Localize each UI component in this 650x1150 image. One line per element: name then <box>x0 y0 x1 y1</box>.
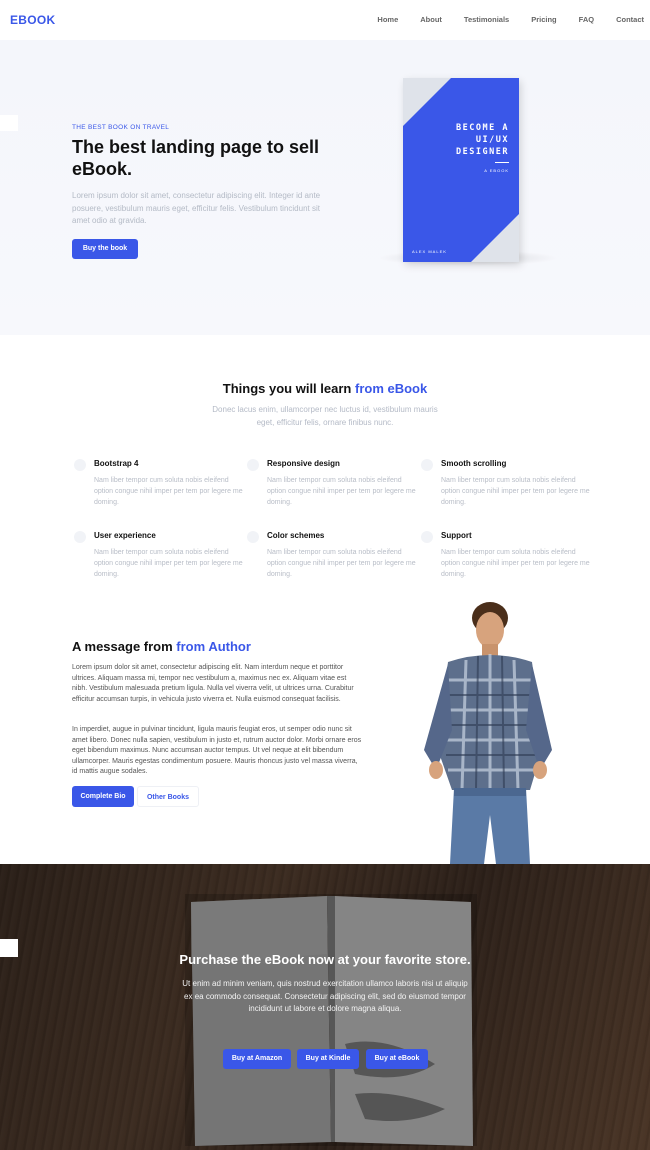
nav-home[interactable]: Home <box>377 15 398 24</box>
complete-bio-button[interactable]: Complete Bio <box>72 786 134 807</box>
hero-description: Lorem ipsum dolor sit amet, consectetur … <box>72 191 321 225</box>
purchase-text: Ut enim ad minim veniam, quis nostrud ex… <box>182 979 468 1013</box>
feature-icon <box>421 531 433 543</box>
feature-text: Nam liber tempor cum soluta nobis eleife… <box>267 477 416 506</box>
main-nav: Home About Testimonials Pricing FAQ Cont… <box>355 15 644 24</box>
other-books-button[interactable]: Other Books <box>137 786 199 807</box>
nav-about[interactable]: About <box>420 15 442 24</box>
feature-title: Bootstrap 4 <box>94 459 139 468</box>
feature-item: Smooth scrolling Nam liber tempor cum so… <box>421 459 591 508</box>
feature-text: Nam liber tempor cum soluta nobis eleife… <box>94 477 243 506</box>
feature-icon <box>74 531 86 543</box>
feature-item: Support Nam liber tempor cum soluta nobi… <box>421 531 591 580</box>
learn-title-text: Things you will learn <box>222 381 352 396</box>
feature-title: User experience <box>94 531 156 540</box>
purchase-title: Purchase the eBook now at your favorite … <box>179 952 471 967</box>
feature-title: Smooth scrolling <box>441 459 507 468</box>
feature-text: Nam liber tempor cum soluta nobis eleife… <box>441 549 590 578</box>
learn-title-accent: from eBook <box>354 381 428 396</box>
feature-icon <box>421 459 433 471</box>
nav-pricing[interactable]: Pricing <box>531 15 556 24</box>
nav-faq[interactable]: FAQ <box>579 15 594 24</box>
feature-text: Nam liber tempor cum soluta nobis eleife… <box>441 477 590 506</box>
open-book-image <box>185 894 477 1146</box>
buy-at-amazon-button[interactable]: Buy at Amazon <box>223 1049 291 1069</box>
hero-section: THE BEST BOOK ON TRAVEL The best landing… <box>0 40 650 335</box>
nav-testimonials[interactable]: Testimonials <box>464 15 509 24</box>
purchase-section: Purchase the eBook now at your favorite … <box>0 864 650 1150</box>
feature-item: Bootstrap 4 Nam liber tempor cum soluta … <box>74 459 244 508</box>
site-logo[interactable]: EBOOK <box>10 13 56 27</box>
feature-icon <box>74 459 86 471</box>
cover-corner-decoration <box>471 214 519 262</box>
book-author: ALEX MALEK <box>412 249 447 254</box>
author-photo <box>424 602 552 864</box>
feature-icon <box>247 531 259 543</box>
buy-the-book-button[interactable]: Buy the book <box>72 239 138 259</box>
feature-icon <box>247 459 259 471</box>
author-paragraph: Lorem ipsum dolor sit amet, consectetur … <box>72 664 354 703</box>
hero-kicker: THE BEST BOOK ON TRAVEL <box>72 124 170 131</box>
book-title: BECOME A UI/UX DESIGNER <box>456 123 509 157</box>
book-cover: BECOME A UI/UX DESIGNER A EBOOK ALEX MAL… <box>403 78 519 262</box>
feature-text: Nam liber tempor cum soluta nobis eleife… <box>267 549 416 578</box>
feature-title: Color schemes <box>267 531 325 540</box>
author-title-accent: from Author <box>176 639 251 654</box>
nav-contact[interactable]: Contact <box>616 15 644 24</box>
learn-section-subtitle: Donec lacus enim, ullamcorper nec luctus… <box>212 405 438 427</box>
learn-section-title: Things you will learn from eBook <box>0 381 650 396</box>
author-paragraph: In imperdiet, augue in pulvinar tincidun… <box>72 726 362 776</box>
feature-title: Support <box>441 531 472 540</box>
cover-corner-decoration <box>403 78 451 126</box>
feature-title: Responsive design <box>267 459 340 468</box>
site-header: EBOOK Home About Testimonials Pricing FA… <box>0 0 650 40</box>
side-tab[interactable] <box>0 115 18 131</box>
buy-at-kindle-button[interactable]: Buy at Kindle <box>297 1049 359 1069</box>
feature-text: Nam liber tempor cum soluta nobis eleife… <box>94 549 243 578</box>
book-divider <box>495 162 509 163</box>
feature-item: User experience Nam liber tempor cum sol… <box>74 531 244 580</box>
buy-at-ebook-button[interactable]: Buy at eBook <box>366 1049 428 1069</box>
book-subtitle: A EBOOK <box>484 168 509 173</box>
feature-item: Responsive design Nam liber tempor cum s… <box>247 459 417 508</box>
author-title-text: A message from <box>72 639 173 654</box>
author-section-title: A message from from Author <box>72 639 251 654</box>
hero-title: The best landing page to sell eBook. <box>72 137 320 179</box>
feature-item: Color schemes Nam liber tempor cum solut… <box>247 531 417 580</box>
